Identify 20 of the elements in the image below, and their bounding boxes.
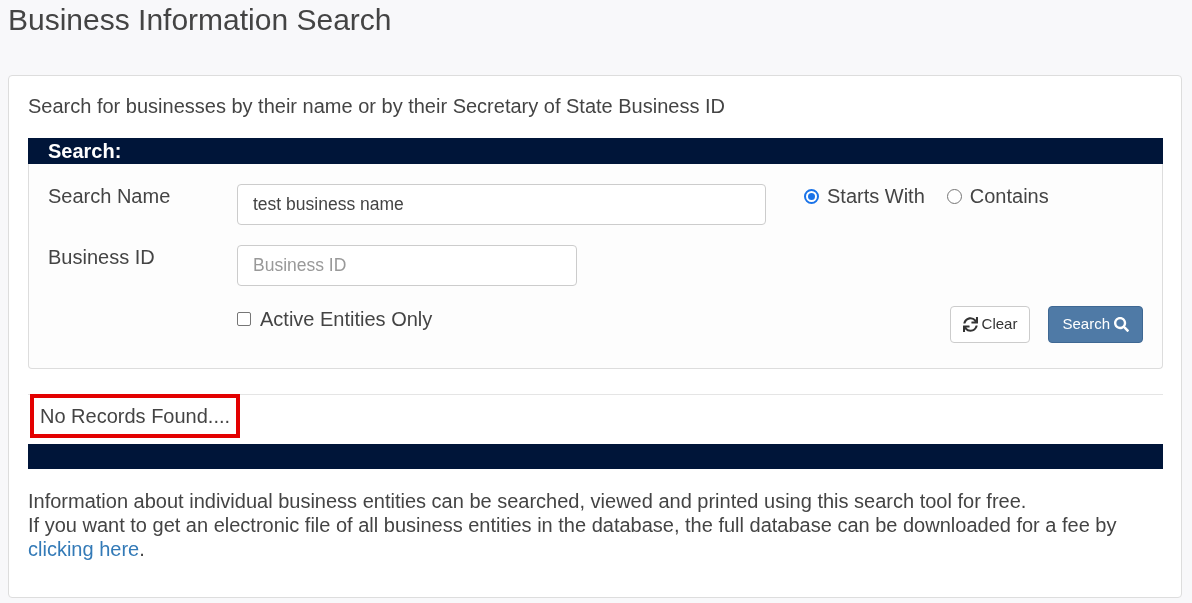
search-button[interactable]: Search <box>1048 306 1143 343</box>
radio-button[interactable] <box>804 188 819 204</box>
search-name-input[interactable]: test business name <box>237 184 766 225</box>
field-label: Search Name <box>48 184 172 208</box>
checkbox-label[interactable]: Active Entities Only <box>260 307 433 331</box>
info-paragraph: Information about individual business entities can be searched, viewed and printed using this search tool for free. If you want to get an electronic file of all business entities in the database, the full database can be downloaded for a fee by clicking here. <box>28 489 1118 561</box>
checkbox[interactable] <box>237 312 251 326</box>
option-label[interactable]: Contains <box>969 184 1049 208</box>
business-id-input[interactable]: Business ID <box>237 245 577 286</box>
search-icon <box>1114 317 1129 332</box>
search-header: Search: <box>28 138 1163 164</box>
no-records-message: No Records Found.... <box>30 394 241 438</box>
download-link[interactable]: clicking here <box>28 538 140 560</box>
radio-button[interactable] <box>946 188 962 204</box>
intro-text: Search for businesses by their name or by their Secretary of State Business ID <box>28 94 725 118</box>
option-label[interactable]: Starts With <box>827 184 925 208</box>
field-label: Business ID <box>48 245 156 269</box>
clear-button[interactable]: Clear <box>949 306 1031 343</box>
page-title: Business Information Search <box>8 2 392 38</box>
refresh-icon <box>962 317 978 332</box>
